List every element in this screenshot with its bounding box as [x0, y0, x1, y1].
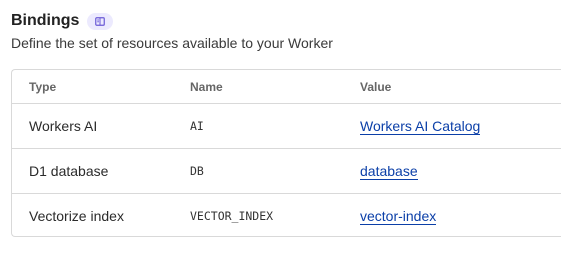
binding-type: Vectorize index	[29, 208, 124, 224]
binding-type: Workers AI	[29, 118, 98, 134]
binding-value-link[interactable]: database	[360, 163, 418, 180]
section-title: Bindings	[11, 12, 80, 29]
binding-type: D1 database	[29, 163, 109, 179]
column-header-type: Type	[29, 79, 57, 94]
bindings-table: Type Name Value Workers AI AI Workers AI…	[11, 69, 561, 237]
binding-name: VECTOR_INDEX	[190, 209, 274, 223]
section-description: Define the set of resources available to…	[11, 35, 333, 51]
table-header-row: Type Name Value	[12, 70, 561, 104]
table-row: Workers AI AI Workers AI Catalog	[12, 104, 561, 149]
table-row: Vectorize index VECTOR_INDEX vector-inde…	[12, 194, 561, 238]
table-row: D1 database DB database	[12, 149, 561, 194]
binding-name: AI	[190, 119, 204, 133]
column-header-value: Value	[360, 79, 392, 94]
docs-badge[interactable]	[87, 12, 114, 30]
section-header: Bindings	[11, 10, 114, 32]
binding-name: DB	[190, 164, 204, 178]
binding-value-link[interactable]: vector-index	[360, 208, 437, 225]
binding-value-link[interactable]: Workers AI Catalog	[360, 118, 481, 135]
book-icon	[95, 16, 106, 26]
column-header-name: Name	[190, 79, 223, 94]
